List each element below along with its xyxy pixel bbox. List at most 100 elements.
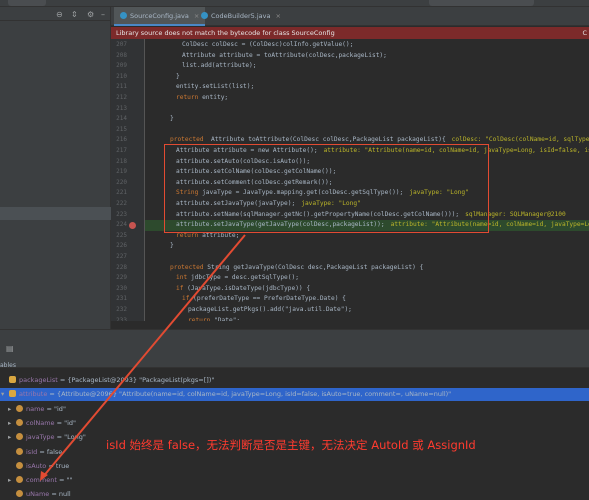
expand-icon[interactable]: ⇕ bbox=[71, 10, 78, 19]
variable-value: = "id" bbox=[54, 418, 77, 427]
code-line: if (JavaType.isDateType(jdbcType)) { bbox=[176, 285, 310, 292]
field-icon bbox=[16, 490, 23, 498]
line-number: 228 bbox=[116, 263, 127, 271]
line-number: 224 bbox=[116, 221, 127, 229]
variable-value: = true bbox=[46, 461, 70, 470]
tab-sourceconfig[interactable]: SourceConfig.java × bbox=[114, 7, 206, 26]
variable-name: isId bbox=[26, 447, 38, 456]
variable-row[interactable]: isAuto = true bbox=[0, 460, 589, 473]
code-text: } bbox=[170, 242, 174, 250]
variable-row[interactable]: ▾ attribute = {Attribute@2096} "Attribute… bbox=[0, 388, 589, 402]
code-editor[interactable]: 207 ColDesc colDesc = (ColDesc)colInfo.ge… bbox=[111, 39, 589, 321]
expand-arrow-icon[interactable]: ▾ bbox=[1, 388, 9, 401]
line-number: 222 bbox=[116, 200, 127, 207]
line-number: 219 bbox=[116, 168, 127, 176]
field-icon bbox=[16, 418, 23, 426]
debugger-panel: ▤ ables packageList = {PackageList@2093}… bbox=[0, 329, 589, 500]
field-icon bbox=[16, 476, 23, 484]
variable-row[interactable]: ▸ colName = "id" bbox=[0, 417, 589, 430]
window-title-chip bbox=[8, 0, 46, 6]
line-number: 213 bbox=[116, 104, 127, 112]
variable-name: name bbox=[26, 404, 45, 413]
code-text: return attribute; bbox=[176, 231, 240, 239]
code-text: ColDesc colDesc = (ColDesc)colInfo.getVa… bbox=[182, 41, 354, 48]
variable-name: comment bbox=[26, 476, 57, 485]
line-number: 214 bbox=[116, 115, 127, 123]
variable-name: uName bbox=[26, 490, 50, 499]
variable-value: = "id" bbox=[44, 404, 66, 413]
collapse-all-icon[interactable]: ⊖ bbox=[56, 10, 63, 19]
line-number: 212 bbox=[116, 94, 127, 101]
variable-row[interactable]: ▸ comment = "" bbox=[0, 474, 589, 487]
code-text: if (preferDateType == PreferDateType.Dat… bbox=[182, 295, 346, 303]
code-line: return "Date"; bbox=[188, 317, 240, 321]
code-text: } bbox=[170, 115, 174, 123]
frames-icon[interactable]: ▤ bbox=[6, 344, 14, 353]
variable-row[interactable]: uName = null bbox=[0, 488, 589, 500]
code-text: int jdbcType = desc.getSqlType(); bbox=[176, 274, 299, 282]
variable-row[interactable]: ▸ name = "id" bbox=[0, 403, 589, 416]
tab-codebuilder5[interactable]: CodeBuilder5.java × bbox=[195, 7, 287, 26]
code-line: return attribute; bbox=[176, 232, 239, 239]
code-line: } bbox=[170, 242, 174, 249]
editor-tabs: SourceConfig.java × CodeBuilder5.java × bbox=[111, 7, 589, 26]
debugger-toolbar: ▤ ables bbox=[0, 330, 589, 369]
code-line: int jdbcType = desc.getSqlType(); bbox=[176, 274, 299, 281]
code-line: if (preferDateType == PreferDateType.Dat… bbox=[182, 295, 346, 302]
inline-debug-value: colDesc: "ColDesc(colName=id, sqlType=-5… bbox=[451, 136, 589, 144]
line-number: 215 bbox=[116, 125, 127, 133]
highlight-box bbox=[164, 144, 489, 233]
field-icon bbox=[16, 447, 23, 455]
line-number: 217 bbox=[116, 147, 127, 154]
gear-icon[interactable]: ⚙ bbox=[87, 10, 94, 19]
code-text: list.add(attribute); bbox=[182, 62, 257, 70]
expand-arrow-icon[interactable]: ▸ bbox=[8, 431, 16, 444]
line-number: 226 bbox=[116, 242, 127, 250]
line-number: 211 bbox=[116, 83, 127, 91]
line-number: 210 bbox=[116, 72, 127, 80]
field-icon bbox=[16, 404, 23, 412]
line-number: 231 bbox=[116, 295, 127, 303]
line-number: 227 bbox=[116, 253, 127, 260]
code-line: packageList.getPkgs().add("java.util.Dat… bbox=[188, 306, 352, 313]
code-text: } bbox=[176, 72, 180, 80]
variable-name: packageList bbox=[19, 376, 58, 384]
line-number: 218 bbox=[116, 157, 127, 165]
close-icon[interactable]: × bbox=[275, 12, 280, 20]
project-panel-header: ⊖ ⇕ ⚙ – bbox=[0, 7, 110, 21]
code-line: entity.setList(list); bbox=[176, 83, 254, 90]
expand-arrow-icon[interactable]: ▸ bbox=[8, 403, 16, 416]
code-text: return entity; bbox=[176, 94, 229, 101]
expand-arrow-icon[interactable]: ▸ bbox=[8, 474, 16, 487]
variable-value: = "" bbox=[56, 476, 73, 485]
code-text: protected String getJavaType(ColDesc des… bbox=[170, 263, 424, 271]
variable-value: = null bbox=[49, 490, 71, 499]
code-text: packageList.getPkgs().add("java.util.Dat… bbox=[188, 306, 352, 313]
variable-row[interactable]: packageList = {PackageList@2093} "Packag… bbox=[0, 374, 589, 387]
expand-arrow-icon[interactable]: ▸ bbox=[8, 417, 16, 430]
code-line: } bbox=[176, 73, 180, 80]
line-number: 220 bbox=[116, 178, 127, 186]
field-icon bbox=[16, 461, 23, 469]
project-tree-selected-row[interactable] bbox=[0, 207, 111, 220]
line-number: 208 bbox=[116, 51, 127, 59]
class-icon bbox=[201, 12, 208, 19]
code-text: protected Attribute toAttribute(ColDesc … bbox=[170, 136, 446, 144]
line-number: 233 bbox=[116, 316, 127, 321]
run-config-chip[interactable] bbox=[429, 0, 534, 6]
variable-value: = false bbox=[37, 447, 63, 456]
code-line: protected String getJavaType(ColDesc des… bbox=[170, 264, 423, 271]
line-number: 216 bbox=[116, 136, 127, 144]
banner-action[interactable]: C bbox=[582, 27, 587, 39]
code-line: ColDesc colDesc = (ColDesc)colInfo.getVa… bbox=[182, 41, 353, 48]
code-line: return entity; bbox=[176, 94, 228, 101]
annotation-text: isId 始终是 false，无法判断是否是主键，无法决定 AutoId 或 A… bbox=[106, 438, 476, 452]
line-number: 221 bbox=[116, 189, 127, 197]
variable-name: colName bbox=[26, 418, 55, 427]
variable-icon bbox=[9, 390, 16, 398]
line-number: 209 bbox=[116, 62, 127, 70]
hide-icon[interactable]: – bbox=[101, 10, 105, 19]
code-text: Attribute attribute = toAttribute(colDes… bbox=[182, 51, 387, 59]
line-number: 225 bbox=[116, 231, 127, 239]
code-line: protected Attribute toAttribute(ColDesc … bbox=[170, 136, 589, 143]
